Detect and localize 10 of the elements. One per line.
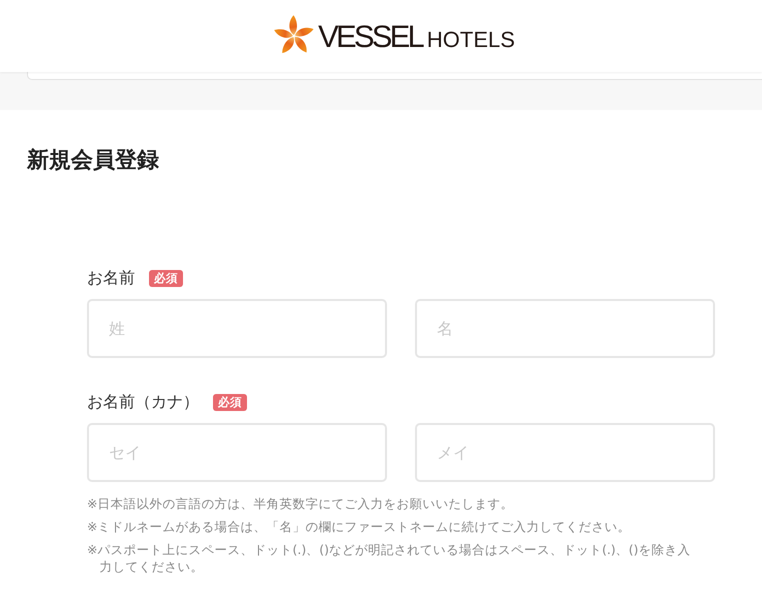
note-text: ※日本語以外の言語の方は、半角英数字にてご入力をお願いいたします。 <box>87 495 514 512</box>
required-badge: 必須 <box>213 394 247 410</box>
field-label: お名前（カナ） <box>87 391 199 413</box>
logo-suffix-text: HOTELS <box>426 28 515 50</box>
page-title: 新規会員登録 <box>27 147 159 175</box>
logo-brand-text: VESSEL <box>318 20 422 52</box>
required-badge: 必須 <box>149 270 183 286</box>
field-label: お名前 <box>87 267 135 289</box>
note-text: ※パスポート上にスペース、ドット(.)、()などが明記されている場合はスペース、ドット(.)、()を除き入力してください。 <box>87 541 692 575</box>
note-text: ※ミドルネームがある場合は、「名」の欄にファーストネームに続けてご入力してください。 <box>87 518 632 535</box>
